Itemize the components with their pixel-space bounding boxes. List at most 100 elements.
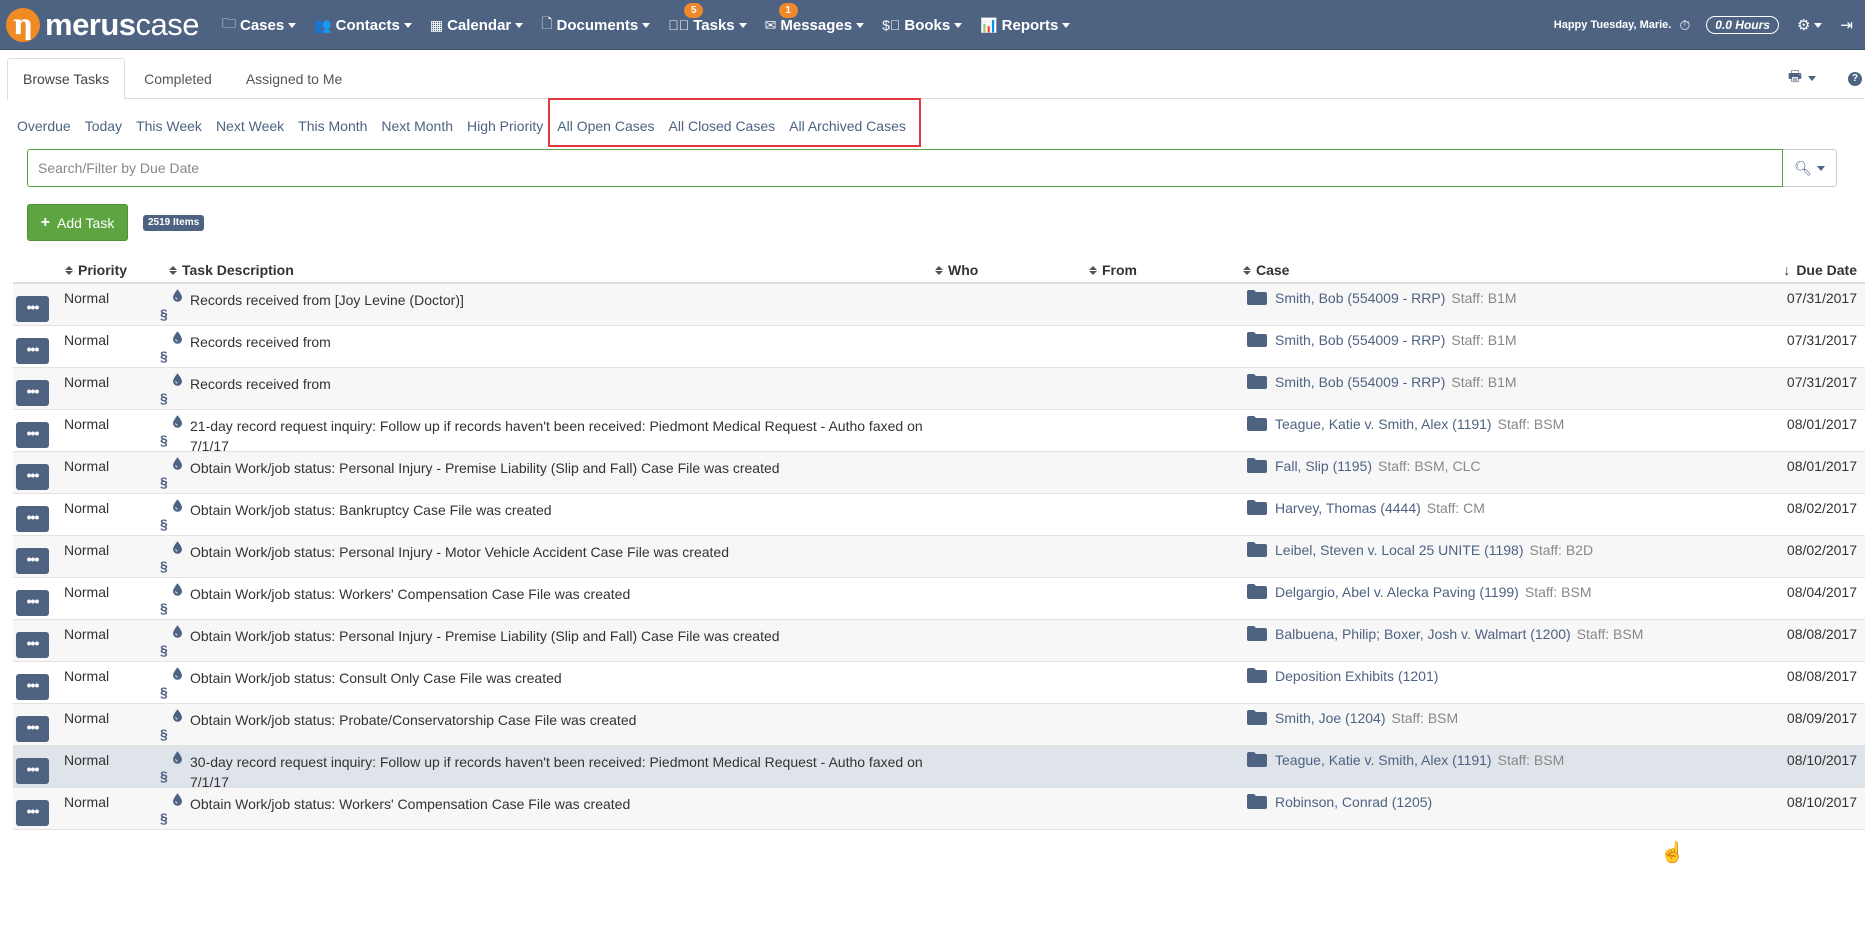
row-task-description[interactable]: Obtain Work/job status: Workers' Compens…: [190, 584, 950, 604]
nav-books[interactable]: $⃝ Books: [882, 0, 963, 50]
row-task-description[interactable]: Obtain Work/job status: Bankruptcy Case …: [190, 500, 950, 520]
tab-assigned-to-me[interactable]: Assigned to Me: [231, 58, 358, 99]
search-input[interactable]: [27, 149, 1783, 187]
link-icon[interactable]: §: [160, 810, 168, 826]
row-actions-button[interactable]: •••: [16, 338, 49, 364]
row-actions-button[interactable]: •••: [16, 422, 49, 448]
row-case-link[interactable]: Deposition Exhibits (1201): [1275, 668, 1438, 684]
help-icon[interactable]: ?: [1848, 71, 1862, 86]
row-case-link[interactable]: Delgargio, Abel v. Alecka Paving (1199): [1275, 584, 1519, 600]
table-row[interactable]: ••• Normal § Obtain Work/job status: Person…: [13, 620, 1865, 662]
column-task-description[interactable]: Task Description: [169, 262, 294, 278]
row-actions-button[interactable]: •••: [16, 506, 49, 532]
table-row[interactable]: ••• Normal § Obtain Work/job status: Person…: [13, 452, 1865, 494]
tab-browse-tasks[interactable]: Browse Tasks: [7, 58, 126, 100]
row-case-link[interactable]: Teague, Katie v. Smith, Alex (1191): [1275, 416, 1492, 432]
table-row[interactable]: ••• Normal § Obtain Work/job status: Worker…: [13, 578, 1865, 620]
row-actions-button[interactable]: •••: [16, 464, 49, 490]
filter-high-priority[interactable]: High Priority: [467, 118, 543, 134]
row-task-description[interactable]: Obtain Work/job status: Consult Only Cas…: [190, 668, 950, 688]
column-case[interactable]: Case: [1243, 262, 1289, 278]
link-icon[interactable]: §: [160, 600, 168, 616]
row-task-description[interactable]: Obtain Work/job status: Workers' Compens…: [190, 794, 950, 814]
row-actions-button[interactable]: •••: [16, 674, 49, 700]
row-task-description[interactable]: Records received from: [190, 332, 950, 352]
row-case-link[interactable]: Smith, Bob (554009 - RRP): [1275, 332, 1445, 348]
row-case-link[interactable]: Leibel, Steven v. Local 25 UNITE (1198): [1275, 542, 1524, 558]
column-from[interactable]: From: [1089, 262, 1137, 278]
link-icon[interactable]: §: [160, 474, 168, 490]
nav-messages[interactable]: 1 ✉ Messages: [765, 0, 865, 50]
hours-tracker[interactable]: 0.0 Hours: [1706, 16, 1779, 34]
row-actions-button[interactable]: •••: [16, 800, 49, 826]
table-row[interactable]: ••• Normal § 30-day record request inquiry:…: [13, 746, 1865, 790]
row-task-description[interactable]: Obtain Work/job status: Probate/Conserva…: [190, 710, 950, 730]
link-icon[interactable]: §: [160, 516, 168, 532]
search-button[interactable]: 🔍︎: [1783, 149, 1837, 187]
filter-this-month[interactable]: This Month: [298, 118, 367, 134]
print-icon[interactable]: 🖶: [1788, 66, 1802, 91]
tab-completed[interactable]: Completed: [129, 58, 227, 99]
table-row[interactable]: ••• Normal § Obtain Work/job status: Worker…: [13, 788, 1865, 830]
nav-reports[interactable]: 📊 Reports: [980, 0, 1071, 50]
nav-calendar[interactable]: ▦ Calendar: [430, 0, 524, 50]
row-task-description[interactable]: Obtain Work/job status: Personal Injury …: [190, 542, 950, 562]
row-task-description[interactable]: Obtain Work/job status: Personal Injury …: [190, 626, 950, 646]
row-case-link[interactable]: Teague, Katie v. Smith, Alex (1191): [1275, 752, 1492, 768]
table-row[interactable]: ••• Normal § Obtain Work/job status: Consul…: [13, 662, 1865, 704]
table-row[interactable]: ••• Normal § Records received from [Joy Lev…: [13, 284, 1865, 326]
filter-this-week[interactable]: This Week: [136, 118, 202, 134]
nav-contacts[interactable]: 👥 Contacts: [314, 0, 412, 50]
filter-today[interactable]: Today: [85, 118, 122, 134]
row-actions-button[interactable]: •••: [16, 716, 49, 742]
column-due-date[interactable]: ↓ Due Date: [1783, 262, 1857, 278]
logout-icon[interactable]: ⇥: [1840, 16, 1853, 34]
link-icon[interactable]: §: [160, 726, 168, 742]
filter-next-week[interactable]: Next Week: [216, 118, 284, 134]
link-icon[interactable]: §: [160, 684, 168, 700]
link-icon[interactable]: §: [160, 390, 168, 406]
row-actions-button[interactable]: •••: [16, 590, 49, 616]
table-row[interactable]: ••• Normal § Records received from Smith, Bo…: [13, 326, 1865, 368]
row-actions-button[interactable]: •••: [16, 380, 49, 406]
table-row[interactable]: ••• Normal § 21-day record request inquiry:…: [13, 410, 1865, 454]
chevron-down-icon[interactable]: [1808, 76, 1816, 81]
stopwatch-icon[interactable]: ⏱: [1679, 17, 1690, 34]
table-row[interactable]: ••• Normal § Obtain Work/job status: Bankru…: [13, 494, 1865, 536]
row-actions-button[interactable]: •••: [16, 548, 49, 574]
link-icon[interactable]: §: [160, 432, 168, 448]
row-case-link[interactable]: Robinson, Conrad (1205): [1275, 794, 1432, 810]
link-icon[interactable]: §: [160, 306, 168, 322]
nav-tasks[interactable]: 5 ✓⃝ Tasks: [668, 0, 747, 50]
filter-overdue[interactable]: Overdue: [17, 118, 71, 134]
row-case-link[interactable]: Smith, Bob (554009 - RRP): [1275, 290, 1445, 306]
column-priority[interactable]: Priority: [65, 262, 127, 278]
link-icon[interactable]: §: [160, 768, 168, 784]
row-case-link[interactable]: Fall, Slip (1195): [1275, 458, 1372, 474]
row-task-description[interactable]: 30-day record request inquiry: Follow up…: [190, 752, 950, 792]
table-row[interactable]: ••• Normal § Obtain Work/job status: Probat…: [13, 704, 1865, 746]
add-task-button[interactable]: + Add Task: [27, 204, 128, 241]
table-row[interactable]: ••• Normal § Obtain Work/job status: Person…: [13, 536, 1865, 578]
row-task-description[interactable]: Records received from [Joy Levine (Docto…: [190, 290, 950, 310]
nav-cases[interactable]: 🗀 Cases: [222, 0, 297, 50]
filter-next-month[interactable]: Next Month: [381, 118, 453, 134]
row-case-link[interactable]: Balbuena, Philip; Boxer, Josh v. Walmart…: [1275, 626, 1571, 642]
row-case-link[interactable]: Smith, Bob (554009 - RRP): [1275, 374, 1445, 390]
link-icon[interactable]: §: [160, 642, 168, 658]
row-task-description[interactable]: Records received from: [190, 374, 950, 394]
row-actions-button[interactable]: •••: [16, 632, 49, 658]
table-row[interactable]: ••• Normal § Records received from Smith, Bo…: [13, 368, 1865, 410]
row-case-link[interactable]: Smith, Joe (1204): [1275, 710, 1386, 726]
link-icon[interactable]: §: [160, 348, 168, 364]
nav-documents[interactable]: 🗋 Documents: [541, 0, 651, 50]
row-actions-button[interactable]: •••: [16, 296, 49, 322]
row-case-link[interactable]: Harvey, Thomas (4444): [1275, 500, 1421, 516]
row-actions-button[interactable]: •••: [16, 758, 49, 784]
settings-menu[interactable]: ⚙: [1797, 16, 1823, 34]
link-icon[interactable]: §: [160, 558, 168, 574]
meruscase-logo[interactable]: η meruscase: [6, 6, 200, 44]
column-who[interactable]: Who: [935, 262, 978, 278]
row-task-description[interactable]: 21-day record request inquiry: Follow up…: [190, 416, 950, 456]
row-task-description[interactable]: Obtain Work/job status: Personal Injury …: [190, 458, 950, 478]
